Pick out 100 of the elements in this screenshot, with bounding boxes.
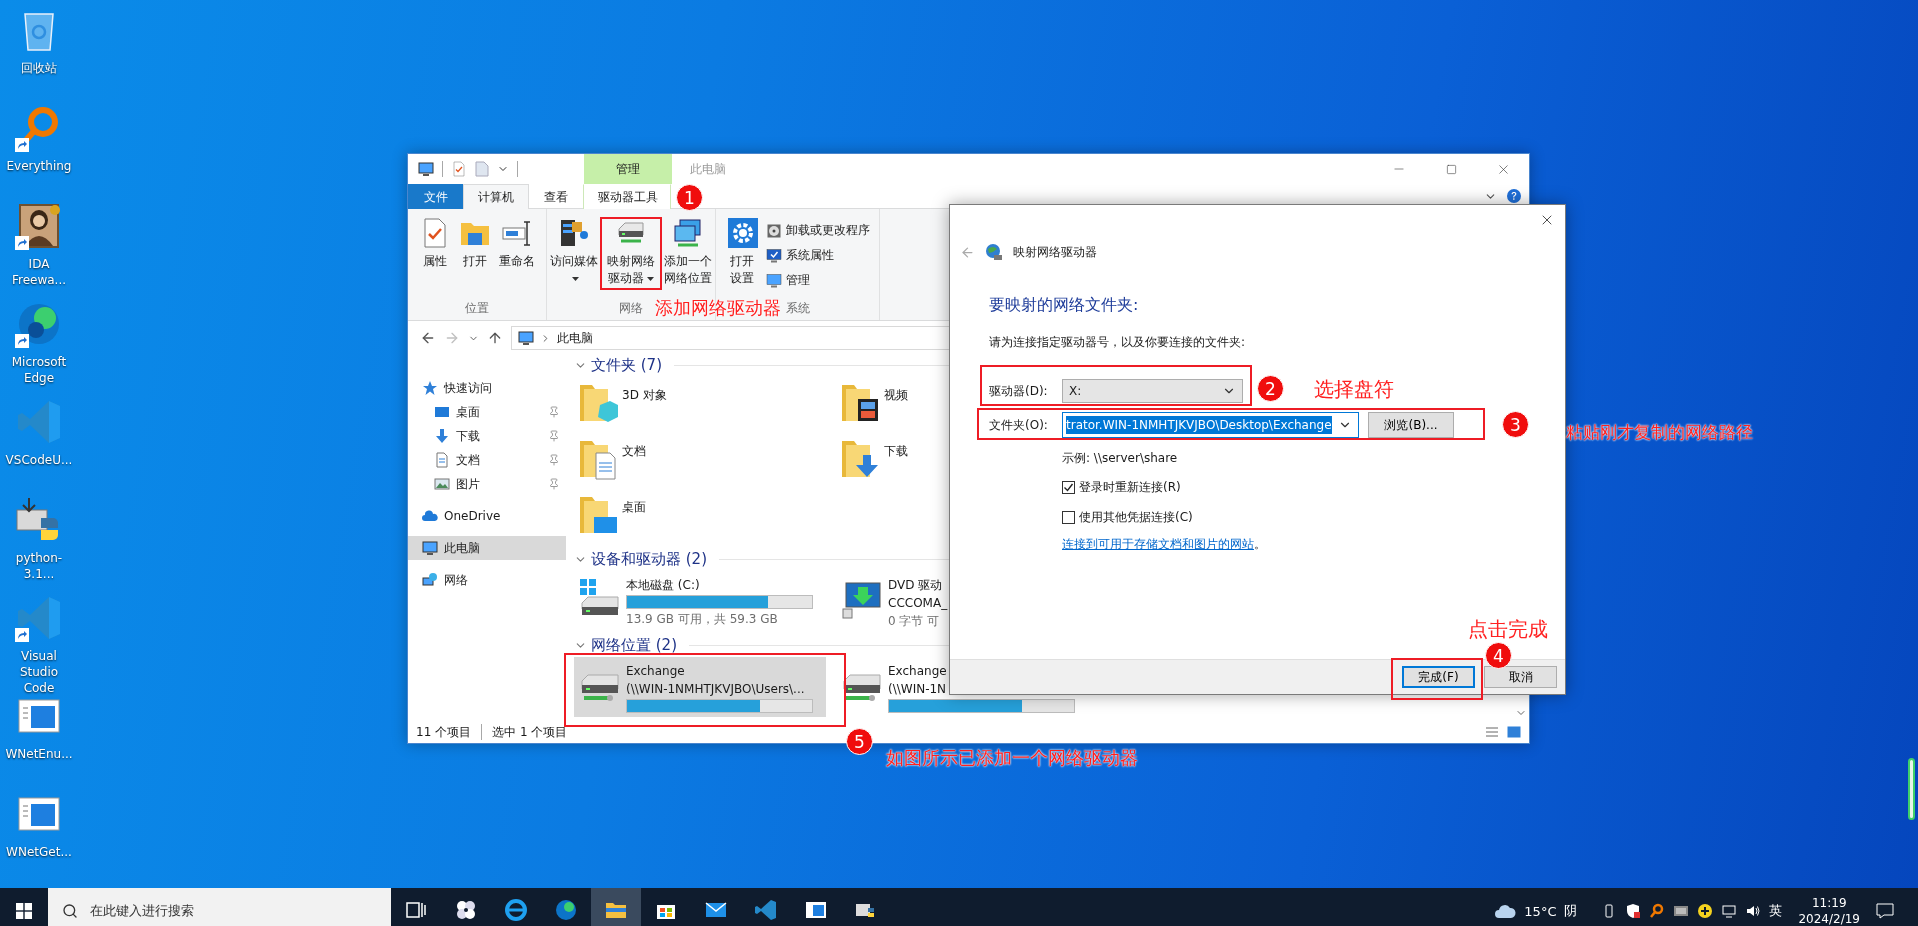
- desktop-icon-label[interactable]: Microsoft Edge: [4, 354, 74, 386]
- shield-icon[interactable]: [1625, 903, 1642, 919]
- shortcut-arrow-icon: [15, 334, 29, 348]
- network-icon[interactable]: [1721, 903, 1738, 919]
- checkbox[interactable]: [1062, 510, 1075, 524]
- pin-icon[interactable]: [548, 478, 560, 490]
- folder-combo-field[interactable]: trator.WIN-1NMHTJKVJBO\Desktop\Exchange: [1062, 412, 1359, 438]
- plus-badge-icon[interactable]: [1697, 903, 1714, 919]
- open-button[interactable]: 打开: [456, 213, 494, 300]
- properties-button[interactable]: 属性: [416, 213, 454, 300]
- computer-icon: [518, 330, 534, 346]
- input-method-text[interactable]: 英: [1769, 902, 1783, 920]
- notification-icon[interactable]: [1876, 903, 1894, 919]
- context-tab-header: 管理: [584, 154, 672, 184]
- ribbon-tab[interactable]: 驱动器工具: [583, 184, 671, 209]
- website-link[interactable]: 连接到可用于存储文档和图片的网站: [1062, 536, 1254, 553]
- desktop-icon-label[interactable]: IDA Freewa...: [4, 256, 74, 288]
- media-button[interactable]: 访问媒体: [547, 213, 602, 300]
- help-icon[interactable]: [1507, 189, 1521, 203]
- nav-item[interactable]: 桌面: [408, 400, 566, 424]
- manage-button[interactable]: 管理: [763, 269, 872, 292]
- dialog-button[interactable]: 完成(F): [1402, 666, 1475, 688]
- nav-item[interactable]: 图片: [408, 472, 566, 496]
- pin-icon[interactable]: [548, 430, 560, 442]
- nav-item[interactable]: 文档: [408, 448, 566, 472]
- drive-name: Exchange: [888, 663, 948, 679]
- folder-name: 下载: [884, 443, 908, 459]
- desktop-icon-label[interactable]: VSCodeU...: [4, 452, 74, 468]
- speaker-icon[interactable]: [1745, 903, 1762, 919]
- swirl-logo-icon[interactable]: [554, 898, 578, 922]
- desktop-icon-label[interactable]: WNetGet...: [4, 844, 74, 860]
- side-handle[interactable]: [1908, 758, 1915, 820]
- punctuation-text: 。: [1254, 536, 1266, 553]
- pin-icon[interactable]: [548, 454, 560, 466]
- status-text: 11 个项目: [416, 723, 472, 741]
- pin-icon[interactable]: [548, 406, 560, 418]
- windows-logo-icon[interactable]: [16, 903, 32, 919]
- network-drive-tile[interactable]: Exchange (\\WIN-1NMHTJKVJBO\Users\...: [574, 657, 826, 717]
- tiles-view-icon[interactable]: [1507, 725, 1521, 739]
- rename-button[interactable]: 重命名: [496, 213, 538, 300]
- disc-icon: [765, 222, 782, 239]
- settings-button[interactable]: 打开设置: [723, 213, 762, 300]
- shortcut-arrow-icon: [15, 628, 29, 642]
- desktop-icon-label[interactable]: WNetEnu...: [4, 746, 74, 762]
- code-editor-icon[interactable]: [754, 898, 778, 922]
- nav-item[interactable]: 此电脑: [408, 536, 566, 560]
- up-icon[interactable]: [487, 330, 503, 346]
- maximize-icon[interactable]: [1445, 163, 1457, 175]
- clock[interactable]: 11:19 2024/2/19: [1790, 895, 1868, 926]
- search-field[interactable]: 在此键入进行搜索: [48, 888, 391, 926]
- cloud-icon[interactable]: [1494, 903, 1517, 919]
- checkbox-label[interactable]: 使用其他凭据连接(C): [1079, 508, 1193, 526]
- group-heading[interactable]: 设备和驱动器 (2): [591, 549, 707, 569]
- checkbox[interactable]: [1062, 480, 1075, 494]
- shortcut-arrow-icon: [15, 236, 29, 250]
- cloud-icon: [422, 508, 438, 524]
- group-heading[interactable]: 网络位置 (2): [591, 635, 677, 655]
- folder-name: 视频: [884, 387, 908, 403]
- example-text: 示例: \\server\share: [1062, 450, 1179, 466]
- instruction-text: 请为连接指定驱动器号，以及你要连接的文件夹:: [989, 334, 1247, 350]
- uninstall-button[interactable]: 卸载或更改程序: [763, 219, 872, 242]
- nav-item[interactable]: OneDrive: [408, 504, 566, 528]
- gear-icon: [726, 217, 759, 249]
- computer-icon: [422, 540, 438, 556]
- sysprops-button[interactable]: 系统属性: [763, 244, 872, 267]
- drive-select[interactable]: X:: [1062, 379, 1243, 403]
- ribbon-tab[interactable]: 查看: [529, 184, 583, 209]
- temperature-text[interactable]: 15°C: [1524, 903, 1557, 919]
- nav-item[interactable]: 快速访问: [408, 376, 566, 400]
- nav-item[interactable]: 网络: [408, 568, 566, 592]
- checkbox-label[interactable]: 登录时重新连接(R): [1079, 478, 1181, 496]
- ribbon-group-label: 网络: [619, 300, 643, 316]
- desktop-icon-label[interactable]: Visual Studio Code: [4, 648, 74, 696]
- desktop-icon-label[interactable]: python-3.1...: [4, 550, 74, 582]
- dropdown-caret-icon[interactable]: [570, 276, 580, 282]
- annotation-text: 选择盘符: [1314, 378, 1394, 400]
- nav-item[interactable]: 下载: [408, 424, 566, 448]
- window-title: 此电脑: [690, 160, 726, 178]
- taskbar-button[interactable]: [591, 888, 641, 926]
- browse-button[interactable]: 浏览(B)...: [1368, 412, 1454, 438]
- back-icon[interactable]: [420, 330, 436, 346]
- checklist-icon: [451, 161, 467, 177]
- desktop-icon-label[interactable]: 回收站: [4, 60, 74, 76]
- breadcrumb-item[interactable]: 此电脑: [557, 329, 593, 347]
- desktop-icon-label[interactable]: Everything: [4, 158, 74, 174]
- ribbon-group-label: 位置: [465, 300, 489, 316]
- letter-e-browser-icon[interactable]: [504, 898, 528, 922]
- magnifier-icon[interactable]: [1649, 903, 1666, 919]
- vm-icon[interactable]: [1673, 903, 1690, 919]
- weather-text[interactable]: 阴: [1564, 902, 1578, 920]
- pinwheel-icon[interactable]: [454, 898, 478, 922]
- dropdown-caret-icon[interactable]: [645, 276, 655, 282]
- dialog-button[interactable]: 取消: [1484, 666, 1557, 688]
- group-heading[interactable]: 文件夹 (7): [591, 355, 662, 375]
- ribbon-tab[interactable]: 文件: [408, 184, 463, 209]
- map-drive-button[interactable]: 映射网络驱动器: [603, 213, 659, 300]
- add-location-button[interactable]: 添加一个网络位置: [660, 213, 715, 300]
- folder-name: 文档: [622, 443, 646, 459]
- ribbon-tab[interactable]: 计算机: [463, 184, 529, 209]
- folder-name: 3D 对象: [622, 387, 667, 403]
